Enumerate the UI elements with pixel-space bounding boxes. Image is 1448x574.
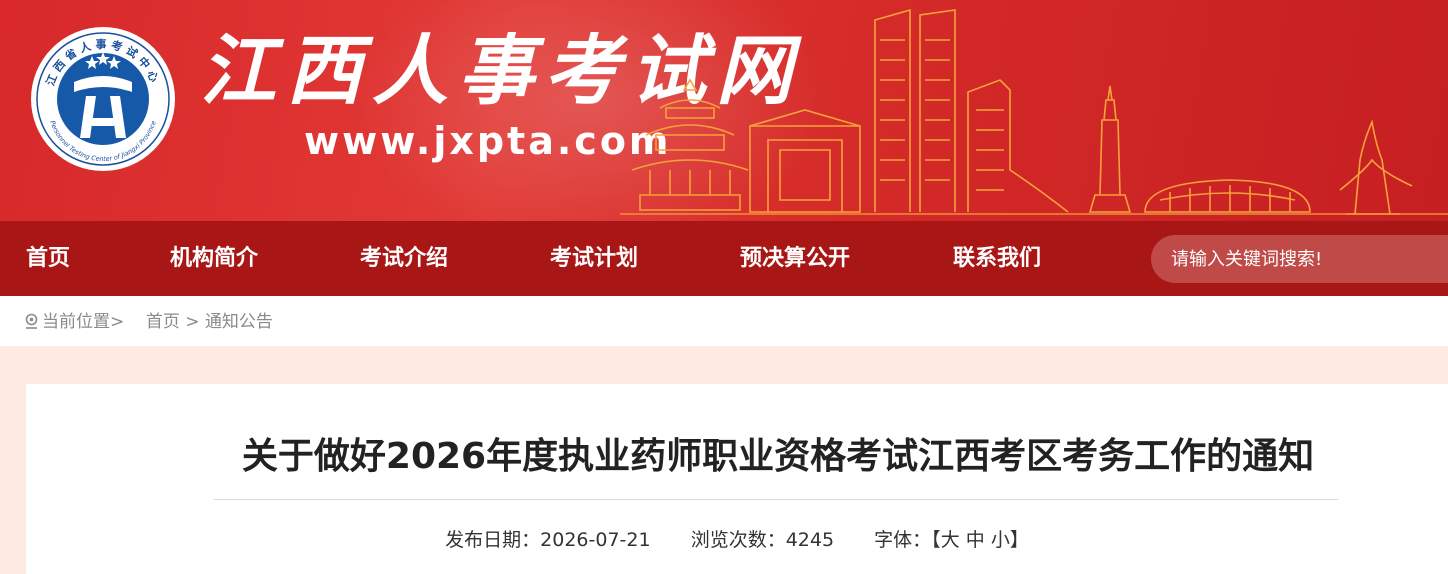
curved-tower-icon <box>967 79 1069 213</box>
nav-item-plan[interactable]: 考试计划 <box>550 221 638 296</box>
breadcrumb-prefix: 当前位置> <box>42 312 125 332</box>
font-size-large-button[interactable]: 大 <box>941 529 960 551</box>
font-size-medium-button[interactable]: 中 <box>966 529 985 551</box>
title-divider <box>214 499 1338 500</box>
breadcrumb-bar: 当前位置> 首页 > 通知公告 <box>0 296 1448 346</box>
article-meta: 发布日期：2026-07-21 浏览次数：4245 字体：【大 中 小】 <box>26 526 1448 554</box>
sculpture-icon <box>1339 119 1413 215</box>
site-logo[interactable]: 江西省人事考试中心 Personnel Testing Center of Ji… <box>30 26 176 172</box>
article-panel: 关于做好2026年度执业药师职业资格考试江西考区考务工作的通知 发布日期：202… <box>26 384 1448 574</box>
breadcrumb: 当前位置> 首页 > 通知公告 <box>24 296 273 346</box>
pavilion-icon <box>631 78 749 211</box>
font-size-bracket-close: 】 <box>1009 529 1029 551</box>
publish-date: 2026-07-21 <box>540 529 651 551</box>
font-size-small-button[interactable]: 小 <box>991 529 1010 551</box>
stadium-icon <box>1144 179 1311 213</box>
city-skyline-illustration <box>620 8 1448 215</box>
nav-item-budget[interactable]: 预决算公开 <box>740 221 850 296</box>
font-size-label: 字体： <box>874 529 932 551</box>
header-banner: 江西省人事考试中心 Personnel Testing Center of Ji… <box>0 0 1448 221</box>
search-input[interactable] <box>1151 235 1441 283</box>
view-count-label: 浏览次数： <box>690 529 786 551</box>
publish-date-label: 发布日期： <box>445 529 541 551</box>
view-count: 4245 <box>785 529 835 551</box>
nav-item-about[interactable]: 机构简介 <box>170 221 258 296</box>
twin-towers-icon <box>874 8 956 212</box>
nav-item-exams[interactable]: 考试介绍 <box>360 221 448 296</box>
breadcrumb-home-link[interactable]: 首页 <box>146 312 180 332</box>
font-size-bracket-open: 【 <box>931 529 941 551</box>
nav-item-home[interactable]: 首页 <box>26 221 70 296</box>
monument-icon <box>1088 85 1132 213</box>
breadcrumb-current-link[interactable]: 通知公告 <box>205 312 273 332</box>
search-box <box>1151 235 1448 283</box>
site-url: www.jxpta.com <box>304 119 672 163</box>
breadcrumb-separator: > <box>185 312 200 332</box>
nav-item-contact[interactable]: 联系我们 <box>953 221 1041 296</box>
article-title: 关于做好2026年度执业药师职业资格考试江西考区考务工作的通知 <box>241 436 1315 477</box>
building-block-icon <box>749 109 861 213</box>
main-nav: 首页 机构简介 考试介绍 考试计划 预决算公开 联系我们 <box>0 221 1448 296</box>
location-pin-icon <box>25 313 38 329</box>
